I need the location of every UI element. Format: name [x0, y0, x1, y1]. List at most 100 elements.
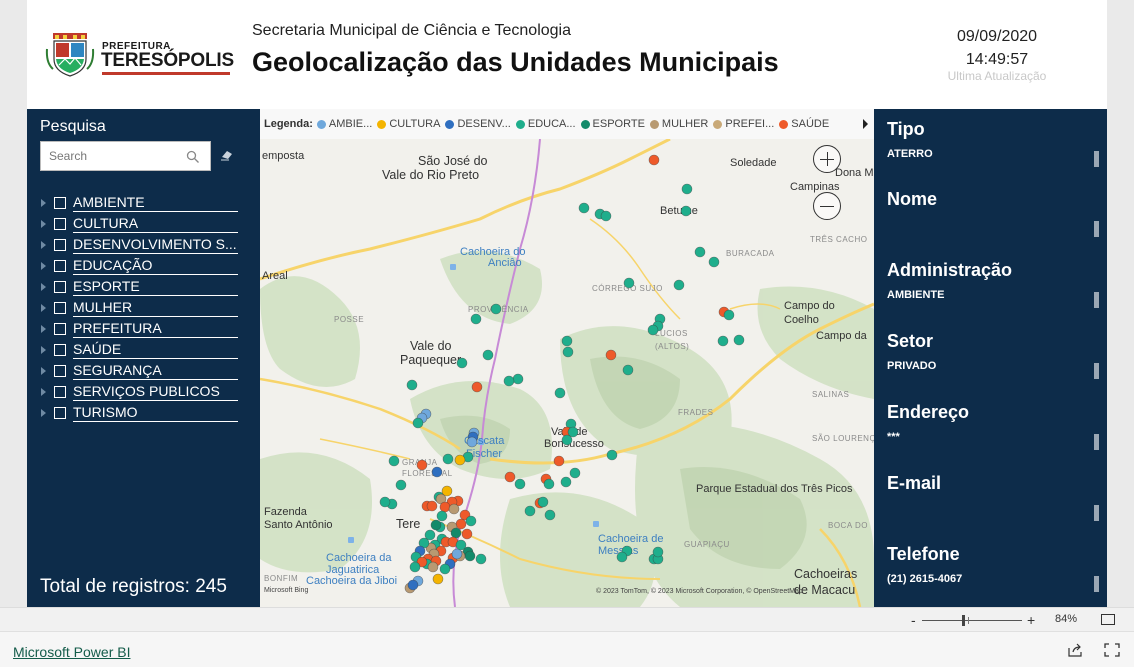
legend-item[interactable]: AMBIE... [316, 118, 372, 130]
unit-marker[interactable] [647, 324, 659, 336]
expand-caret-icon[interactable] [41, 240, 46, 249]
unit-marker[interactable] [504, 471, 516, 483]
expand-caret-icon[interactable] [41, 304, 46, 313]
unit-marker[interactable] [623, 277, 635, 289]
unit-marker[interactable] [442, 453, 454, 465]
category-item[interactable]: EDUCAÇÃO [41, 255, 246, 276]
map-visual[interactable]: Legenda: AMBIE... CULTURA DESENV... EDUCA..… [260, 109, 874, 607]
legend-item[interactable]: PREFEI... [713, 118, 774, 130]
legend-item[interactable]: DESENV... [445, 118, 511, 130]
map-canvas[interactable]: São José doVale do Rio Preto Soledade Dona… [260, 139, 874, 607]
unit-marker[interactable] [616, 551, 628, 563]
unit-marker[interactable] [543, 478, 555, 490]
unit-marker[interactable] [436, 510, 448, 522]
share-icon[interactable] [1067, 643, 1083, 657]
unit-marker[interactable] [461, 528, 473, 540]
unit-marker[interactable] [388, 455, 400, 467]
eraser-icon[interactable] [220, 149, 234, 161]
field-scrollbar[interactable] [1094, 505, 1099, 521]
category-item[interactable]: DESENVOLVIMENTO S... [41, 234, 246, 255]
unit-marker[interactable] [605, 349, 617, 361]
field-scrollbar[interactable] [1094, 292, 1099, 308]
category-checkbox[interactable] [54, 302, 66, 315]
map-zoom-out-button[interactable] [813, 192, 841, 220]
unit-marker[interactable] [395, 479, 407, 491]
map-zoom-in-button[interactable] [813, 145, 841, 173]
zoom-slider-thumb[interactable] [962, 615, 965, 626]
expand-caret-icon[interactable] [41, 219, 46, 228]
unit-marker[interactable] [569, 467, 581, 479]
search-input[interactable] [41, 142, 181, 170]
unit-marker[interactable] [416, 459, 428, 471]
unit-marker[interactable] [450, 527, 462, 539]
unit-marker[interactable] [694, 246, 706, 258]
category-checkbox[interactable] [54, 344, 66, 357]
unit-marker[interactable] [561, 335, 573, 347]
category-checkbox[interactable] [54, 407, 66, 420]
unit-marker[interactable] [680, 205, 692, 217]
unit-marker[interactable] [464, 550, 476, 562]
zoom-out-button[interactable]: - [911, 612, 916, 628]
unit-marker[interactable] [537, 496, 549, 508]
unit-marker[interactable] [426, 500, 438, 512]
unit-marker[interactable] [554, 387, 566, 399]
category-checkbox[interactable] [54, 259, 66, 272]
unit-marker[interactable] [470, 313, 482, 325]
unit-marker[interactable] [409, 561, 421, 573]
unit-marker[interactable] [448, 503, 460, 515]
unit-marker[interactable] [652, 546, 664, 558]
expand-caret-icon[interactable] [41, 282, 46, 291]
legend-item[interactable]: EDUCA... [515, 118, 576, 130]
category-item[interactable]: SEGURANÇA [41, 361, 246, 382]
unit-marker[interactable] [482, 349, 494, 361]
unit-marker[interactable] [439, 501, 451, 513]
category-checkbox[interactable] [54, 386, 66, 399]
expand-caret-icon[interactable] [41, 388, 46, 397]
unit-marker[interactable] [544, 509, 556, 521]
category-item[interactable]: MULHER [41, 297, 246, 318]
unit-marker[interactable] [648, 154, 660, 166]
unit-marker[interactable] [512, 373, 524, 385]
unit-marker[interactable] [524, 505, 536, 517]
unit-marker[interactable] [503, 375, 515, 387]
unit-marker[interactable] [379, 496, 391, 508]
field-scrollbar[interactable] [1094, 363, 1099, 379]
category-checkbox[interactable] [54, 323, 66, 336]
category-item[interactable]: TURISMO [41, 403, 246, 424]
unit-marker[interactable] [560, 476, 572, 488]
category-item[interactable]: CULTURA [41, 213, 246, 234]
category-checkbox[interactable] [54, 238, 66, 251]
category-item[interactable]: SAÚDE [41, 340, 246, 361]
expand-caret-icon[interactable] [41, 261, 46, 270]
unit-marker[interactable] [431, 466, 443, 478]
unit-marker[interactable] [412, 417, 424, 429]
category-item[interactable]: SERVIÇOS PUBLICOS [41, 382, 246, 403]
category-item[interactable]: PREFEITURA [41, 319, 246, 340]
search-icon[interactable] [186, 150, 200, 164]
unit-marker[interactable] [673, 279, 685, 291]
legend-item[interactable]: CULTURA [377, 118, 440, 130]
unit-marker[interactable] [451, 548, 463, 560]
unit-marker[interactable] [465, 515, 477, 527]
unit-marker[interactable] [723, 309, 735, 321]
unit-marker[interactable] [606, 449, 618, 461]
unit-marker[interactable] [733, 334, 745, 346]
unit-marker[interactable] [562, 346, 574, 358]
field-scrollbar[interactable] [1094, 576, 1099, 592]
unit-marker[interactable] [471, 381, 483, 393]
field-scrollbar[interactable] [1094, 434, 1099, 450]
unit-marker[interactable] [432, 573, 444, 585]
category-checkbox[interactable] [54, 365, 66, 378]
unit-marker[interactable] [553, 455, 565, 467]
field-scrollbar[interactable] [1094, 221, 1099, 237]
category-item[interactable]: AMBIENTE [41, 192, 246, 213]
unit-marker[interactable] [427, 561, 439, 573]
field-scrollbar[interactable] [1094, 151, 1099, 167]
category-item[interactable]: ESPORTE [41, 276, 246, 297]
legend-item[interactable]: ESPORTE [580, 118, 645, 130]
unit-marker[interactable] [490, 303, 502, 315]
category-checkbox[interactable] [54, 280, 66, 293]
unit-marker[interactable] [430, 519, 442, 531]
unit-marker[interactable] [466, 436, 478, 448]
expand-caret-icon[interactable] [41, 409, 46, 418]
